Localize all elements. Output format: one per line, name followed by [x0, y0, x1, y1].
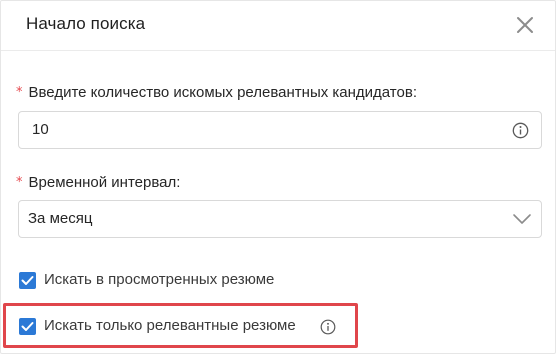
time-interval-select[interactable]: За месяц — [18, 200, 542, 238]
required-mark: * — [16, 175, 23, 190]
search-viewed-resumes-checkbox[interactable] — [19, 272, 36, 289]
info-icon[interactable] — [512, 122, 529, 139]
candidates-count-label-text: Введите количество искомых релевантных к… — [28, 84, 413, 101]
modal-header: Начало поиска — [1, 1, 555, 51]
required-mark: * — [16, 85, 23, 100]
time-interval-label: * Временной интервал: — [16, 174, 180, 191]
search-start-modal: Начало поиска * Введите количество искомы… — [0, 0, 556, 354]
label-colon: : — [412, 84, 417, 101]
label-colon: : — [176, 174, 181, 191]
search-relevant-only-checkbox[interactable] — [19, 318, 36, 335]
candidates-count-value: 10 — [32, 121, 49, 138]
time-interval-label-text: Временной интервал — [28, 174, 177, 191]
search-viewed-resumes-label: Искать в просмотренных резюме — [44, 271, 275, 288]
close-button[interactable] — [512, 12, 538, 38]
candidates-count-label: * Введите количество искомых релевантных … — [16, 84, 417, 101]
check-icon — [21, 276, 34, 285]
chevron-down-icon — [513, 214, 531, 224]
check-icon — [21, 322, 34, 331]
close-icon — [517, 17, 533, 33]
modal-title: Начало поиска — [26, 14, 146, 33]
time-interval-value: За месяц — [28, 210, 93, 227]
search-relevant-only-label: Искать только релевантные резюме — [44, 317, 296, 334]
candidates-count-input[interactable]: 10 — [18, 111, 542, 149]
info-icon[interactable] — [320, 319, 336, 335]
